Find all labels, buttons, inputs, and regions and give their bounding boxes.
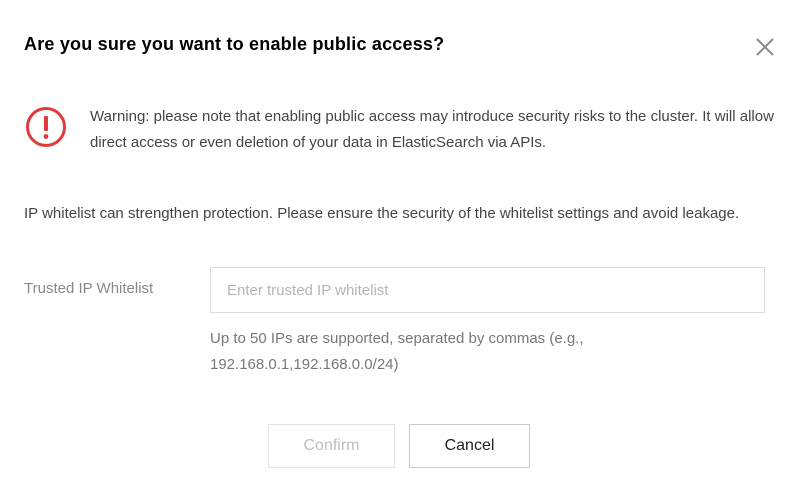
close-button[interactable] [754, 36, 776, 58]
enable-public-access-dialog: Are you sure you want to enable public a… [0, 0, 806, 489]
dialog-title: Are you sure you want to enable public a… [24, 34, 445, 54]
exclamation-circle-icon [25, 106, 67, 148]
warning-message: Warning: please note that enabling publi… [90, 108, 774, 151]
whitelist-info-message: IP whitelist can strengthen protection. … [24, 205, 740, 222]
confirm-button[interactable]: Confirm [268, 424, 395, 468]
cancel-button[interactable]: Cancel [409, 424, 530, 468]
trusted-ip-whitelist-input[interactable] [210, 267, 765, 313]
close-icon [756, 38, 774, 56]
whitelist-label: Trusted IP Whitelist [24, 280, 154, 297]
whitelist-hint: Up to 50 IPs are supported, separated by… [210, 330, 584, 373]
